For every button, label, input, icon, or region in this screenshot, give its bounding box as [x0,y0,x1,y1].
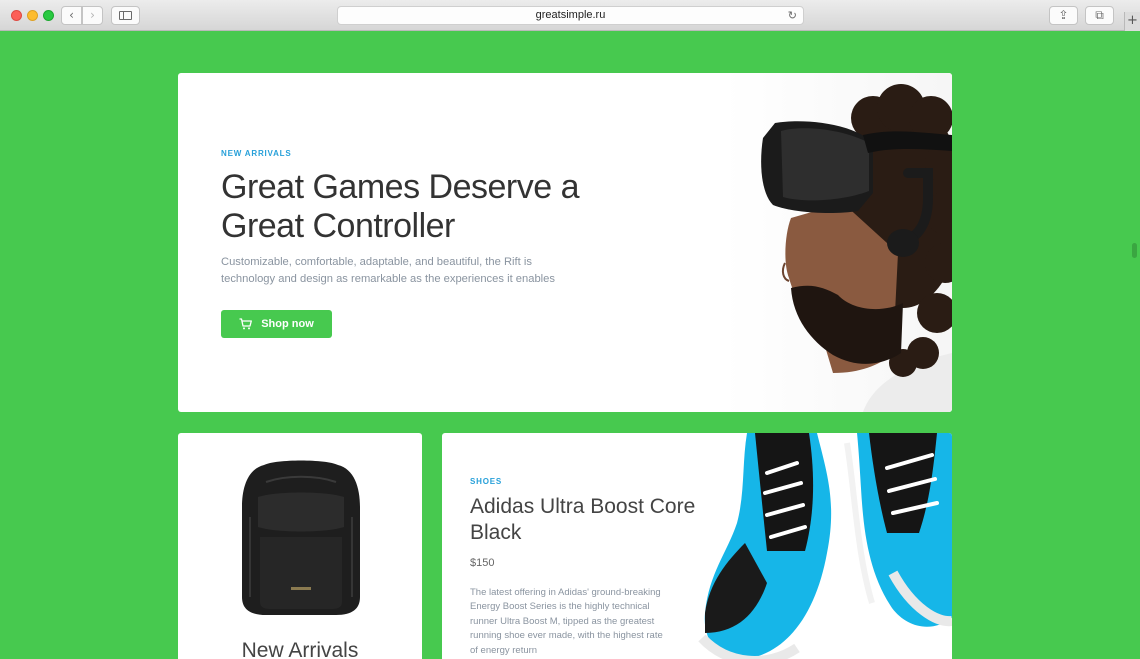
product-price: $150 [470,557,495,569]
sidebar-toggle-button[interactable] [111,6,140,25]
hero-description: Customizable, comfortable, adaptable, an… [221,256,555,285]
address-bar[interactable]: greatsimple.ru ↻ [337,6,804,25]
vr-headset-photo [723,73,952,412]
hero-eyebrow: NEW ARRIVALS [221,149,292,158]
category-card[interactable]: New Arrivals [178,433,422,659]
backpack-image [236,457,366,619]
share-button[interactable]: ⇪ [1049,6,1078,25]
product-card[interactable]: SHOES Adidas Ultra Boost Core Black $150… [442,433,952,659]
shop-now-button[interactable]: Shop now [221,310,332,338]
back-button[interactable]: ‹ [61,6,82,25]
chevron-left-icon: ‹ [69,8,74,22]
chevron-right-icon: › [90,8,95,22]
plus-icon: + [1127,13,1138,28]
new-tab-button[interactable]: + [1124,12,1140,31]
shop-now-label: Shop now [261,318,314,330]
scrollbar-thumb[interactable] [1132,243,1137,258]
zoom-window-button[interactable] [43,10,54,21]
hero-title: Great Games Deserve a Great Controller [221,168,579,245]
share-icon: ⇪ [1058,8,1069,22]
forward-button[interactable]: › [82,6,103,25]
tabs-icon: ⧉ [1095,8,1104,22]
close-window-button[interactable] [11,10,22,21]
cart-icon [239,318,253,330]
product-description: The latest offering in Adidas' ground-br… [470,587,663,656]
category-title: New Arrivals [241,639,359,659]
hero-card: NEW ARRIVALS Great Games Deserve a Great… [178,73,952,412]
reload-icon[interactable]: ↻ [788,7,797,24]
product-title: Adidas Ultra Boost Core Black [470,495,696,544]
show-tabs-button[interactable]: ⧉ [1085,6,1114,25]
url-text: greatsimple.ru [535,9,606,21]
sneakers-photo [697,433,952,659]
sidebar-icon [119,11,132,20]
minimize-window-button[interactable] [27,10,38,21]
browser-toolbar: ‹ › greatsimple.ru ↻ ⇪ ⧉ + [0,0,1140,31]
product-category: SHOES [470,477,503,486]
